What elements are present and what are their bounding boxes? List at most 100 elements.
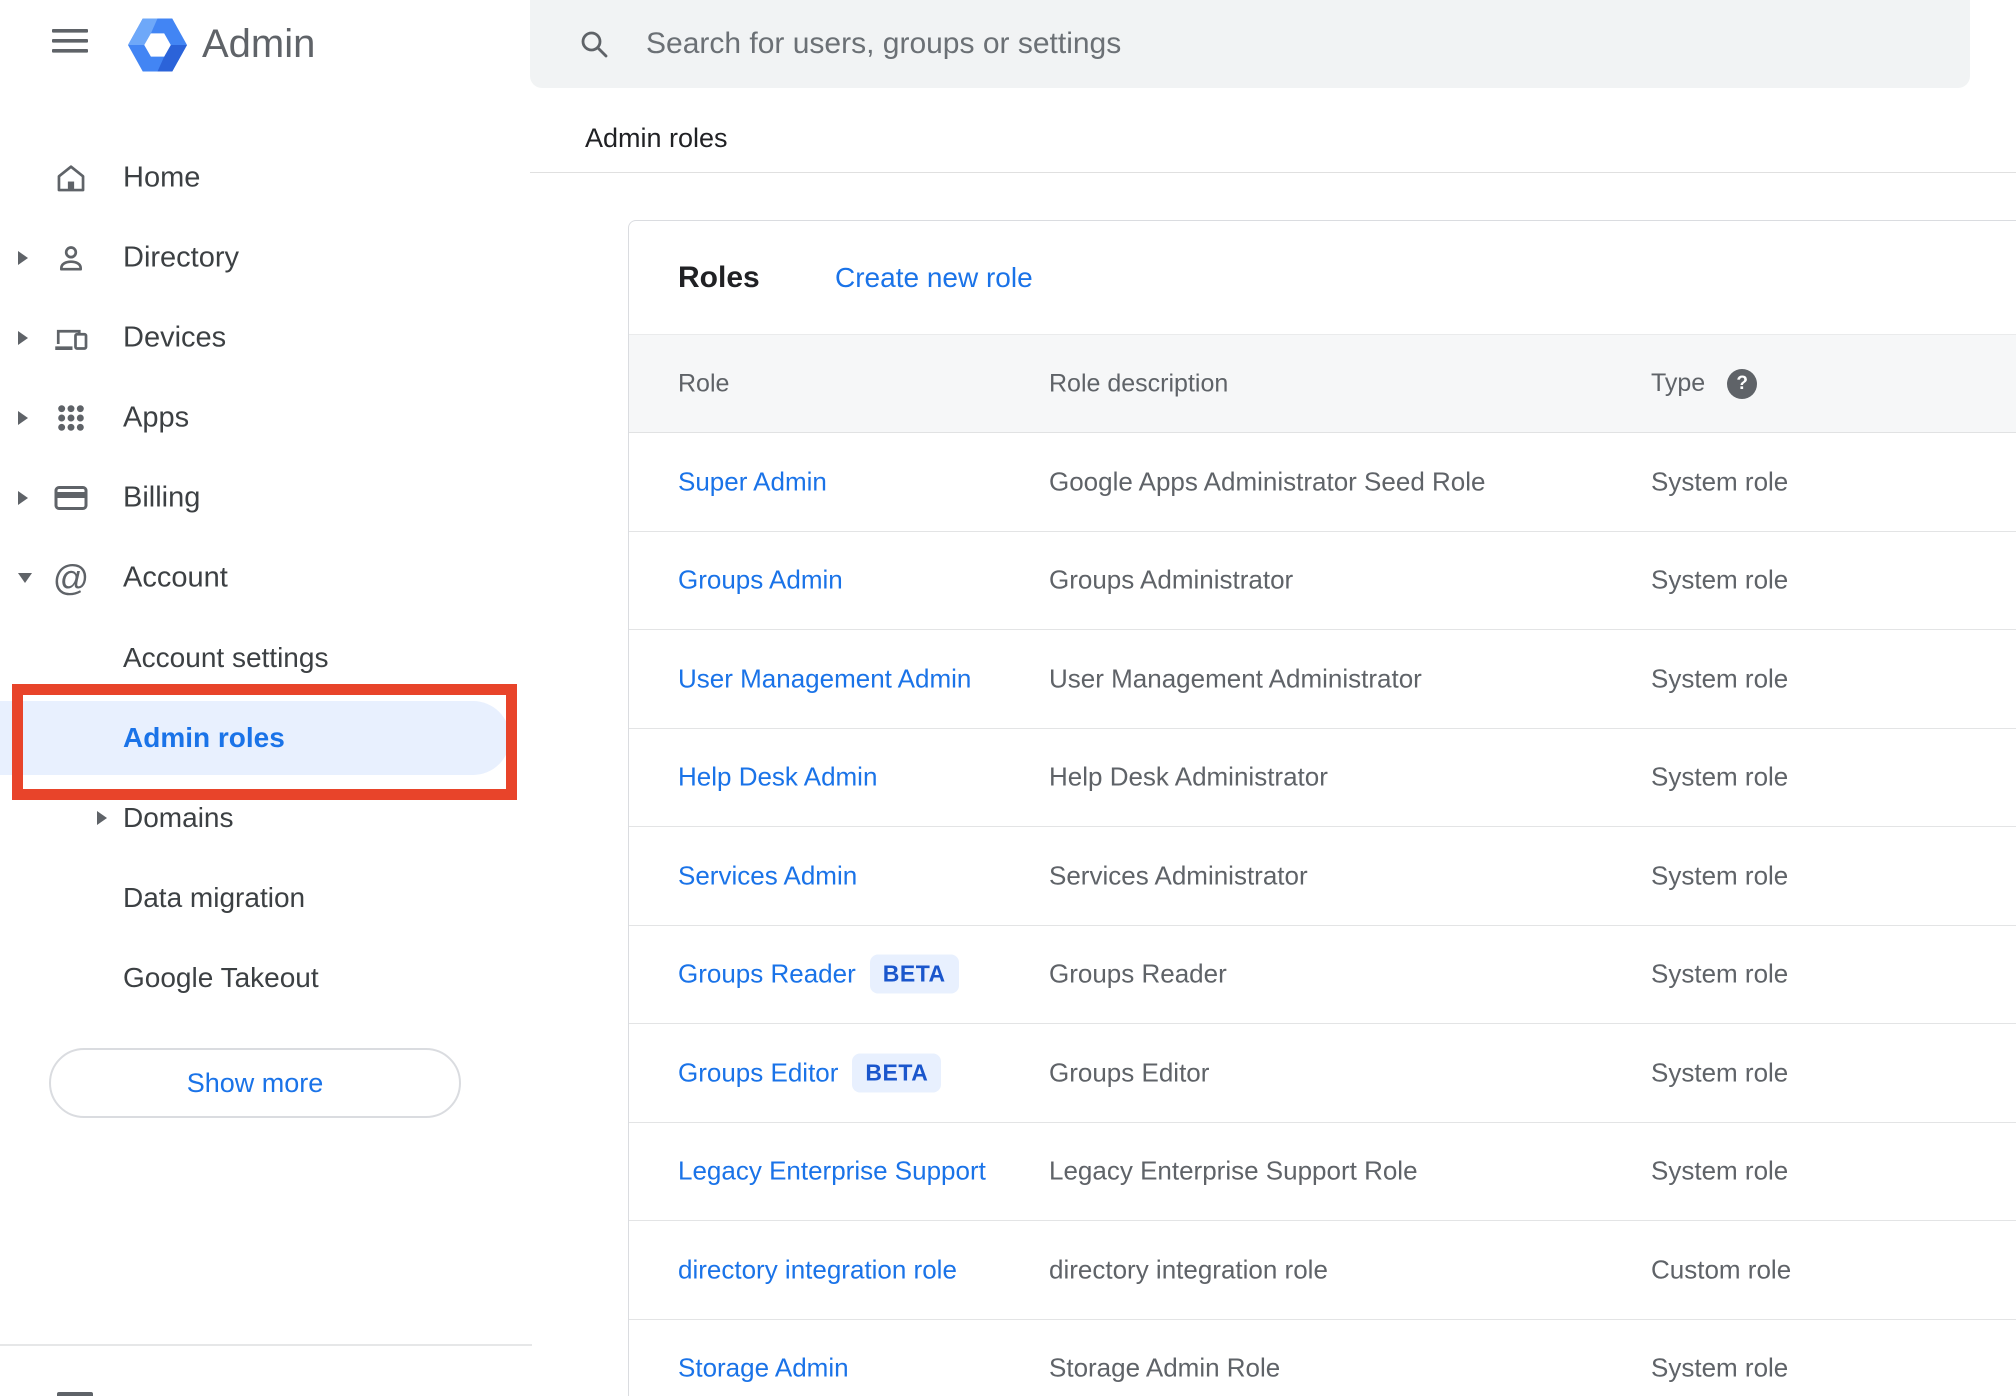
sidebar-item-label: Billing: [123, 481, 201, 514]
sidebar: Admin Home Directory Devices Apps Billing @ Ac…: [0, 0, 532, 1396]
chevron-right-icon[interactable]: [97, 811, 107, 825]
search-icon: [578, 28, 610, 65]
roles-panel-header: Roles Create new role: [629, 221, 2016, 334]
role-description: Groups Editor: [1049, 1057, 1210, 1088]
table-header-row: Role Role description Type ?: [629, 334, 2016, 433]
role-type: System role: [1651, 761, 1789, 792]
role-link[interactable]: Storage Admin: [678, 1353, 849, 1384]
table-row: Super Admin Google Apps Administrator See…: [629, 433, 2016, 532]
sidebar-bottom-divider: [0, 1344, 532, 1346]
role-description: User Management Administrator: [1049, 663, 1422, 694]
sidebar-nav: Home Directory Devices Apps Billing @ Account A…: [0, 138, 532, 1018]
role-description: Groups Reader: [1049, 958, 1227, 989]
table-body: Super Admin Google Apps Administrator See…: [629, 433, 2016, 1396]
role-cell: Super Admin: [678, 466, 827, 497]
sidebar-item-label: Apps: [123, 401, 190, 434]
table-row: Legacy Enterprise Support Legacy Enterpri…: [629, 1123, 2016, 1221]
role-link[interactable]: Groups Editor: [678, 1057, 838, 1088]
sidebar-item-label: Home: [123, 161, 201, 194]
sidebar-item-label: Directory: [123, 241, 240, 274]
table-row: Services Admin Services Administrator Syst…: [629, 827, 2016, 926]
sidebar-item-google-takeout[interactable]: Google Takeout: [0, 938, 532, 1018]
role-cell: User Management Admin: [678, 663, 971, 694]
role-link[interactable]: Legacy Enterprise Support: [678, 1156, 986, 1187]
product-title: Admin: [202, 22, 316, 66]
menu-icon[interactable]: [52, 29, 88, 53]
role-cell: Help Desk Admin: [678, 762, 877, 793]
search-bar: [530, 0, 1970, 88]
table-row: Groups Admin Groups Administrator System r…: [629, 532, 2016, 630]
sidebar-header: Admin: [0, 0, 532, 100]
role-description: Services Administrator: [1049, 860, 1308, 891]
chevron-right-icon[interactable]: [18, 251, 28, 265]
admin-logo-icon: [128, 18, 187, 77]
role-type: System role: [1651, 860, 1789, 891]
role-cell: Services Admin: [678, 860, 857, 891]
column-header-type-label: Type: [1651, 369, 1706, 397]
table-row: Storage Admin Storage Admin Role System ro…: [629, 1320, 2016, 1396]
role-cell: directory integration role: [678, 1254, 957, 1285]
role-description: Storage Admin Role: [1049, 1352, 1281, 1383]
hamburger-icon: [52, 29, 88, 53]
sidebar-item-label: Google Takeout: [123, 962, 319, 993]
chevron-right-icon[interactable]: [18, 331, 28, 345]
role-type: System role: [1651, 1352, 1789, 1383]
sidebar-item-label: Account settings: [123, 642, 329, 673]
role-cell: Storage Admin: [678, 1353, 849, 1384]
role-description: directory integration role: [1049, 1254, 1328, 1285]
role-description: Legacy Enterprise Support Role: [1049, 1155, 1418, 1186]
column-header-role: Role: [678, 369, 730, 397]
column-header-role-description: Role description: [1049, 369, 1229, 397]
sidebar-item-label: Data migration: [123, 882, 306, 913]
role-type: Custom role: [1651, 1254, 1792, 1285]
person-icon: [52, 239, 90, 277]
sidebar-item-home[interactable]: Home: [0, 138, 532, 218]
table-row: User Management Admin User Management Adm…: [629, 630, 2016, 729]
beta-badge: BETA: [852, 1053, 942, 1093]
role-type: System role: [1651, 1057, 1789, 1088]
role-description: Google Apps Administrator Seed Role: [1049, 466, 1486, 497]
role-link[interactable]: Help Desk Admin: [678, 762, 877, 793]
table-row: Help Desk Admin Help Desk Administrator Sy…: [629, 729, 2016, 827]
chevron-down-icon[interactable]: [18, 573, 32, 583]
role-link[interactable]: directory integration role: [678, 1254, 957, 1285]
role-link[interactable]: Super Admin: [678, 466, 827, 497]
card-icon: [52, 479, 90, 517]
apps-icon: [52, 399, 90, 437]
roles-title: Roles: [678, 260, 760, 294]
help-icon[interactable]: ?: [1727, 368, 1758, 399]
at-icon: @: [52, 557, 90, 598]
beta-badge: BETA: [869, 954, 959, 994]
chevron-right-icon[interactable]: [18, 411, 28, 425]
clipped-bottom-icon: [57, 1392, 93, 1396]
role-link[interactable]: User Management Admin: [678, 663, 971, 694]
role-type: System role: [1651, 958, 1789, 989]
sidebar-item-devices[interactable]: Devices: [0, 298, 532, 378]
search-input[interactable]: [646, 0, 1746, 88]
sidebar-item-label: Domains: [123, 802, 234, 833]
sidebar-item-data-migration[interactable]: Data migration: [0, 858, 532, 938]
chevron-right-icon[interactable]: [18, 491, 28, 505]
column-header-type: Type ?: [1651, 368, 1758, 399]
create-new-role-link[interactable]: Create new role: [835, 262, 1033, 294]
table-row: Groups Reader BETA Groups Reader System rol…: [629, 926, 2016, 1024]
role-link[interactable]: Services Admin: [678, 860, 857, 891]
show-more-button[interactable]: Show more: [49, 1048, 461, 1118]
sidebar-item-directory[interactable]: Directory: [0, 218, 532, 298]
table-row: Groups Editor BETA Groups Editor System rol…: [629, 1024, 2016, 1123]
breadcrumb: Admin roles: [585, 123, 728, 153]
devices-icon: [52, 319, 90, 357]
role-cell: Groups Reader BETA: [678, 954, 959, 994]
sidebar-item-account-settings[interactable]: Account settings: [0, 618, 532, 698]
sidebar-item-admin-roles[interactable]: Admin roles: [0, 698, 532, 778]
role-description: Groups Administrator: [1049, 564, 1294, 595]
sidebar-item-apps[interactable]: Apps: [0, 378, 532, 458]
sidebar-item-domains[interactable]: Domains: [0, 778, 532, 858]
role-link[interactable]: Groups Reader: [678, 959, 856, 990]
role-type: System role: [1651, 663, 1789, 694]
header-divider: [530, 172, 2016, 173]
sidebar-item-billing[interactable]: Billing: [0, 458, 532, 538]
role-link[interactable]: Groups Admin: [678, 565, 843, 596]
sidebar-item-label: Devices: [123, 321, 227, 354]
sidebar-item-account[interactable]: @ Account: [0, 538, 532, 618]
